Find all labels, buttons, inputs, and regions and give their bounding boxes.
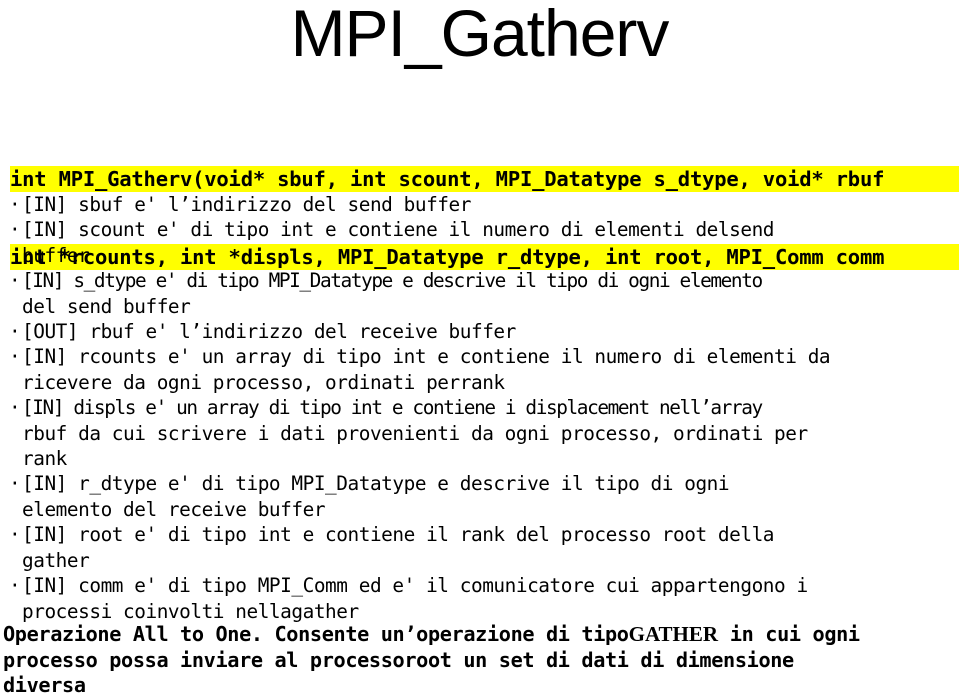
list-item-line: [IN] sbuf e' l’indirizzo del send buffer (22, 193, 471, 216)
list-item-line: [IN] root e' di tipo int e contiene il r… (22, 523, 775, 547)
list-item-line: [IN] displs e' un array di tipo int e co… (22, 396, 763, 420)
description-emphasis-gather: GATHER (628, 622, 719, 646)
list-item-text: [IN] comm e' di tipo MPI_Comm ed e' il c… (22, 573, 959, 624)
list-item: · [IN] displs e' un array di tipo int e … (8, 395, 959, 471)
list-item-line: [IN] s_dtype e' di tipo MPI_Datatype e d… (22, 269, 763, 293)
bullet-dot-icon: · (9, 218, 21, 242)
bullet-dot-icon: · (9, 472, 21, 496)
list-item: · [IN] s_dtype e' di tipo MPI_Datatype e… (8, 268, 959, 319)
list-item-text: [IN] s_dtype e' di tipo MPI_Datatype e d… (22, 268, 959, 319)
slide-root: MPI_Gatherv int MPI_Gatherv(void* sbuf, … (0, 0, 959, 694)
bullet-dot-icon: · (9, 269, 21, 293)
description-line-1-part-1: Operazione All to One. Consente un’opera… (3, 622, 629, 646)
list-item-text: [OUT] rbuf e' l’indirizzo del receive bu… (22, 319, 959, 344)
bullet-dot-icon: · (9, 523, 21, 547)
list-item-text: [IN] r_dtype e' di tipo MPI_Datatype e d… (22, 471, 959, 522)
list-item-line: rank (22, 447, 67, 471)
list-item: · [IN] r_dtype e' di tipo MPI_Datatype e… (8, 471, 959, 522)
list-item-line: ricevere da ogni processo, ordinati perr… (22, 370, 505, 394)
page-title: MPI_Gatherv (290, 0, 670, 70)
bullet-dot-icon: · (9, 396, 21, 420)
bullet-dot-icon: · (9, 193, 21, 216)
list-item-text: [IN] scount e' di tipo int e contiene il… (22, 217, 959, 268)
list-item: · [IN] rcounts e' un array di tipo int e… (8, 344, 959, 395)
list-item: · [IN] sbuf e' l’indirizzo del send buff… (8, 192, 959, 217)
list-item-line: elemento del receive buffer (22, 497, 326, 521)
list-item-line: buffer (22, 243, 90, 267)
list-item-line: [IN] r_dtype e' di tipo MPI_Datatype e d… (22, 472, 730, 496)
list-item-line: gather (22, 548, 90, 572)
list-item: · [IN] root e' di tipo int e contiene il… (8, 522, 959, 573)
list-item-line: processi coinvolti nellagather (22, 599, 359, 623)
description-line-2: processo possa inviare al processoroot u… (3, 647, 794, 672)
list-item-text: [IN] displs e' un array di tipo int e co… (22, 395, 959, 471)
parameter-list: · [IN] sbuf e' l’indirizzo del send buff… (8, 192, 959, 624)
bullet-dot-icon: · (9, 320, 21, 344)
description-line-1-part-2: in cui ogni (718, 622, 860, 646)
list-item-text: [IN] root e' di tipo int e contiene il r… (22, 522, 959, 573)
description-line-3: diversa (3, 673, 86, 694)
bullet-dot-icon: · (9, 345, 21, 369)
list-item-line: [OUT] rbuf e' l’indirizzo del receive bu… (22, 320, 516, 344)
bullet-dot-icon: · (9, 574, 21, 598)
list-item: · [IN] scount e' di tipo int e contiene … (8, 217, 959, 268)
list-item-line: rbuf da cui scrivere i dati provenienti … (22, 421, 808, 445)
list-item: · [IN] comm e' di tipo MPI_Comm ed e' il… (8, 573, 959, 624)
list-item: · [OUT] rbuf e' l’indirizzo del receive … (8, 319, 959, 344)
list-item-line: [IN] comm e' di tipo MPI_Comm ed e' il c… (22, 574, 808, 598)
list-item-line: del send buffer (22, 294, 191, 318)
list-item-text: [IN] rcounts e' un array di tipo int e c… (22, 344, 959, 395)
list-item-line: [IN] rcounts e' un array di tipo int e c… (22, 345, 831, 369)
signature-line-1: int MPI_Gatherv(void* sbuf, int scount, … (10, 166, 959, 192)
list-item-line: [IN] scount e' di tipo int e contiene il… (22, 218, 775, 242)
description-paragraph: Operazione All to One. Consente un’opera… (3, 622, 959, 694)
list-item-text: [IN] sbuf e' l’indirizzo del send buffer (22, 192, 959, 217)
description-line-1: Operazione All to One. Consente un’opera… (3, 622, 959, 648)
